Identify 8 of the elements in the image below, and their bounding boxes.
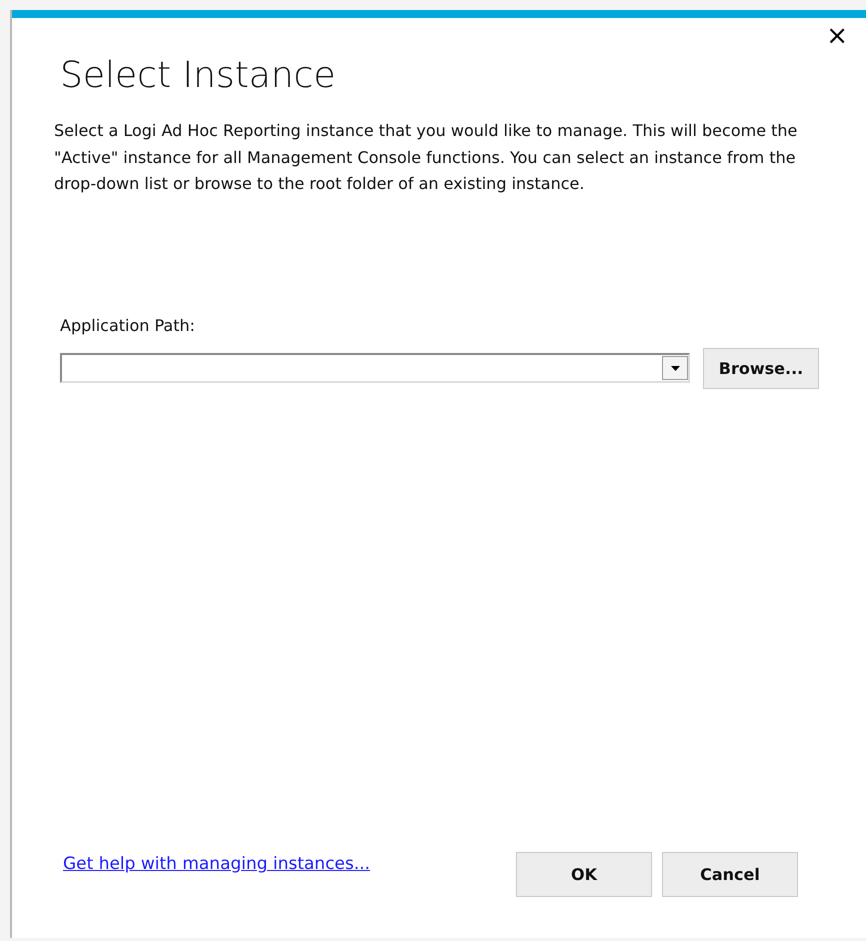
ok-button[interactable]: OK (516, 852, 652, 897)
dialog-title: Select Instance (60, 54, 337, 98)
field-label: Application Path: (60, 316, 196, 334)
help-link[interactable]: Get help with managing instances... (63, 854, 370, 874)
description-text: Select a Logi Ad Hoc Reporting instance that you would like to manage. This will become the "Active" instance for all Management Console functions. You can select an instance from the drop-down list or browse to the root folder of an existing instance. (54, 120, 798, 195)
browse-button[interactable]: Browse... (703, 348, 819, 388)
cancel-button[interactable]: Cancel (662, 852, 798, 897)
close-button[interactable]: × (826, 24, 848, 48)
